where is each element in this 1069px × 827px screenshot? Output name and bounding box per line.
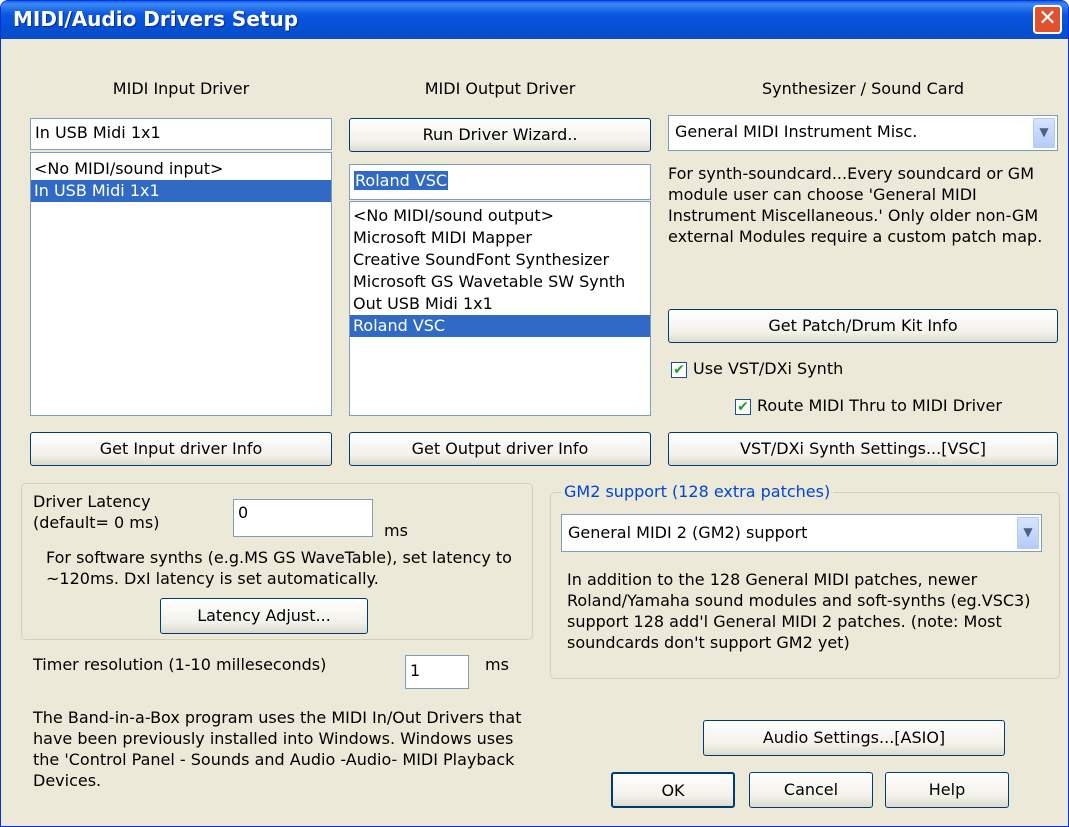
synth-select-value: General MIDI Instrument Misc. xyxy=(675,122,918,141)
info-text: The Band-in-a-Box program uses the MIDI … xyxy=(33,708,522,790)
route-midi-label[interactable]: Route MIDI Thru to MIDI Driver xyxy=(757,396,1002,415)
use-vst-label[interactable]: Use VST/DXi Synth xyxy=(693,359,843,378)
list-item-selected[interactable]: Roland VSC xyxy=(350,315,650,337)
route-midi-checkbox[interactable]: ✔ xyxy=(735,399,751,415)
gm2-group-title: GM2 support (128 extra patches) xyxy=(561,482,834,501)
output-driver-field-text: Roland VSC xyxy=(354,171,449,190)
synth-select[interactable]: General MIDI Instrument Misc. ▼ xyxy=(668,115,1058,151)
cancel-button[interactable]: Cancel xyxy=(749,772,873,808)
gm2-select[interactable]: General MIDI 2 (GM2) support ▼ xyxy=(561,514,1042,552)
list-item[interactable]: Creative SoundFont Synthesizer xyxy=(350,249,650,271)
latency-input[interactable]: 0 xyxy=(233,499,373,537)
run-driver-wizard-button[interactable]: Run Driver Wizard.. xyxy=(349,118,651,152)
chevron-down-icon[interactable]: ▼ xyxy=(1017,517,1039,549)
ok-button[interactable]: OK xyxy=(611,772,735,808)
checkmark-icon: ✔ xyxy=(673,362,685,378)
synth-help-text: For synth-soundcard...Every soundcard or… xyxy=(668,164,1043,246)
get-output-driver-info-button[interactable]: Get Output driver Info xyxy=(349,432,651,466)
list-item[interactable]: Microsoft MIDI Mapper xyxy=(350,227,650,249)
help-button[interactable]: Help xyxy=(885,772,1009,808)
vst-synth-settings-button[interactable]: VST/DXi Synth Settings...[VSC] xyxy=(668,432,1058,466)
use-vst-checkbox[interactable]: ✔ xyxy=(671,362,687,378)
title-bar[interactable]: MIDI/Audio Drivers Setup ✕ xyxy=(1,1,1068,39)
dialog-window: MIDI/Audio Drivers Setup ✕ MIDI Input Dr… xyxy=(0,0,1069,827)
list-item[interactable]: <No MIDI/sound output> xyxy=(350,205,650,227)
get-patch-info-button[interactable]: Get Patch/Drum Kit Info xyxy=(668,309,1058,343)
list-item[interactable]: <No MIDI/sound input> xyxy=(31,158,331,180)
timer-input[interactable]: 1 xyxy=(405,655,469,689)
latency-unit: ms xyxy=(384,521,408,540)
gm2-select-value: General MIDI 2 (GM2) support xyxy=(568,523,808,542)
get-input-driver-info-button[interactable]: Get Input driver Info xyxy=(30,432,332,466)
close-icon[interactable]: ✕ xyxy=(1033,5,1062,34)
window-title: MIDI/Audio Drivers Setup xyxy=(13,7,299,31)
latency-label-line1: Driver Latency xyxy=(33,492,151,511)
output-driver-list[interactable]: <No MIDI/sound output> Microsoft MIDI Ma… xyxy=(349,201,651,416)
timer-label: Timer resolution (1-10 milleseconds) xyxy=(33,655,327,674)
audio-settings-button[interactable]: Audio Settings...[ASIO] xyxy=(703,720,1005,756)
list-item[interactable]: Microsoft GS Wavetable SW Synth xyxy=(350,271,650,293)
list-item-selected[interactable]: In USB Midi 1x1 xyxy=(31,180,331,202)
checkmark-icon: ✔ xyxy=(737,399,749,415)
chevron-down-icon[interactable]: ▼ xyxy=(1033,118,1055,148)
latency-label-line2: (default= 0 ms) xyxy=(33,513,160,532)
output-driver-header: MIDI Output Driver xyxy=(424,79,576,98)
input-driver-header: MIDI Input Driver xyxy=(112,79,250,98)
timer-unit: ms xyxy=(485,655,509,674)
input-driver-field[interactable]: In USB Midi 1x1 xyxy=(30,118,332,150)
latency-note: For software synths (e.g.MS GS WaveTable… xyxy=(46,548,512,588)
synth-header: Synthesizer / Sound Card xyxy=(761,79,965,98)
list-item[interactable]: Out USB Midi 1x1 xyxy=(350,293,650,315)
gm2-description: In addition to the 128 General MIDI patc… xyxy=(567,570,1031,652)
output-driver-field[interactable]: Roland VSC xyxy=(349,164,651,200)
latency-adjust-button[interactable]: Latency Adjust... xyxy=(160,598,368,634)
input-driver-list[interactable]: <No MIDI/sound input> In USB Midi 1x1 xyxy=(30,152,332,416)
